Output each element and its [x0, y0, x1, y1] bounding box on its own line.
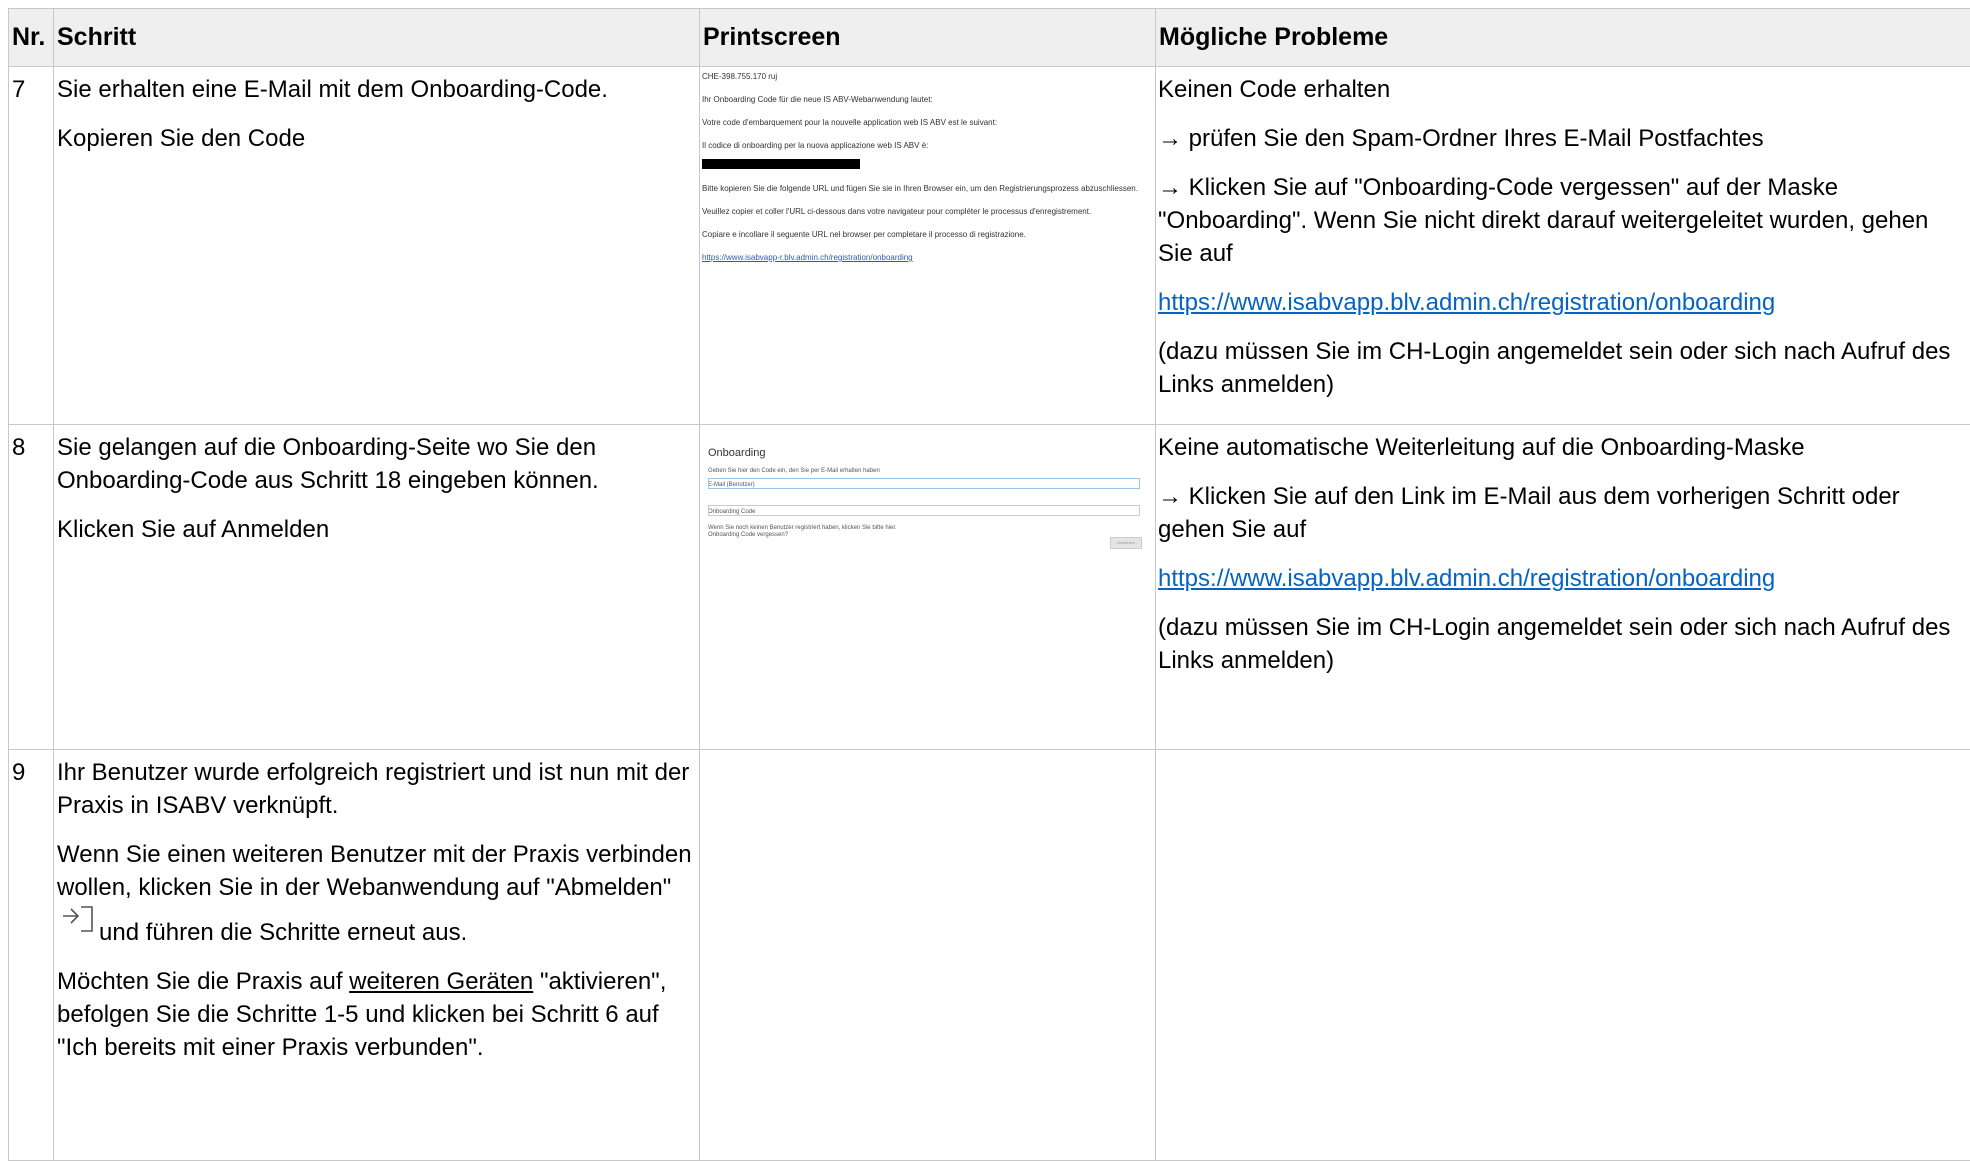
step-paragraph: Klicken Sie auf Anmelden — [57, 513, 693, 546]
hint-line: Onboarding Code vergessen? — [708, 532, 897, 539]
step-text-part: und führen die Schritte erneut aus. — [99, 919, 467, 946]
code-field[interactable] — [708, 505, 1140, 516]
table-row: 9 Ihr Benutzer wurde erfolgreich registr… — [9, 750, 1970, 1161]
problem-paragraph: Keine automatische Weiterleitung auf die… — [1158, 431, 1966, 464]
onboarding-link[interactable]: https://www.isabvapp.blv.admin.ch/regist… — [1158, 289, 1775, 316]
table-row: 8 Sie gelangen auf die Onboarding-Seite … — [9, 425, 1970, 750]
table-header-row: Nr. Schritt Printscreen Mögliche Problem… — [9, 9, 1970, 67]
email-line: Votre code d'embarquement pour la nouvel… — [702, 117, 1155, 128]
step-text: Sie gelangen auf die Onboarding-Seite wo… — [54, 425, 700, 750]
row-number: 7 — [9, 67, 54, 425]
problems-text — [1156, 750, 1970, 1161]
step-paragraph: Wenn Sie einen weiteren Benutzer mit der… — [57, 838, 693, 949]
problems-text: Keine automatische Weiterleitung auf die… — [1156, 425, 1970, 750]
document-page: Nr. Schritt Printscreen Mögliche Problem… — [8, 8, 1970, 1161]
redacted-code-bar — [702, 159, 860, 169]
printscreen-cell — [700, 750, 1156, 1161]
printscreen-cell: Onboarding Geben Sie hier den Code ein, … — [700, 425, 1156, 750]
email-link[interactable]: https://www.isabvapp-r.blv.admin.ch/regi… — [702, 253, 913, 262]
problem-paragraph: Keinen Code erhalten — [1158, 73, 1966, 106]
step-text-part: Wenn Sie einen weiteren Benutzer mit der… — [57, 841, 692, 901]
onboarding-screenshot: Onboarding Geben Sie hier den Code ein, … — [702, 429, 1139, 554]
header-schritt: Schritt — [54, 9, 700, 67]
email-line: Veuillez copier et coller l'URL ci-desso… — [702, 206, 1155, 217]
onboarding-link[interactable]: https://www.isabvapp.blv.admin.ch/regist… — [1158, 565, 1775, 592]
problem-paragraph: (dazu müssen Sie im CH-Login angemeldet … — [1158, 611, 1966, 677]
step-paragraph: Ihr Benutzer wurde erfolgreich registrie… — [57, 756, 693, 822]
problem-paragraph: → prüfen Sie den Spam-Ordner Ihres E-Mai… — [1158, 122, 1966, 155]
email-field[interactable] — [708, 478, 1140, 489]
email-line: CHE-398.755.170 ruj — [702, 71, 1155, 82]
email-line: Bitte kopieren Sie die folgende URL und … — [702, 183, 1155, 194]
step-text-part: Möchten Sie die Praxis auf — [57, 968, 342, 995]
email-line: Il codice di onboarding per la nuova app… — [702, 140, 1155, 151]
logout-icon — [61, 904, 95, 943]
email-line: Ihr Onboarding Code für die neue IS ABV-… — [702, 94, 1155, 105]
step-text: Sie erhalten eine E-Mail mit dem Onboard… — [54, 67, 700, 425]
hint-text: Wenn Sie noch keinen Benutzer registrier… — [708, 525, 897, 539]
step-text: Ihr Benutzer wurde erfolgreich registrie… — [54, 750, 700, 1161]
step-paragraph: Möchten Sie die Praxis auf weiteren Gerä… — [57, 965, 693, 1064]
step-paragraph: Kopieren Sie den Code — [57, 122, 693, 155]
problem-paragraph: → Klicken Sie auf "Onboarding-Code verge… — [1158, 171, 1966, 270]
step-paragraph: Sie gelangen auf die Onboarding-Seite wo… — [57, 431, 693, 497]
instruction-table: Nr. Schritt Printscreen Mögliche Problem… — [8, 8, 1970, 1161]
table-row: 7 Sie erhalten eine E-Mail mit dem Onboa… — [9, 67, 1970, 425]
email-screenshot: CHE-398.755.170 ruj Ihr Onboarding Code … — [702, 71, 1155, 263]
anmelden-button[interactable]: Anmelden — [1110, 537, 1142, 549]
problem-paragraph: → Klicken Sie auf den Link im E-Mail aus… — [1158, 480, 1966, 546]
header-probleme: Mögliche Probleme — [1156, 9, 1970, 67]
email-line: Copiare e incollare il seguente URL nel … — [702, 229, 1155, 240]
hint-line: Wenn Sie noch keinen Benutzer registrier… — [708, 525, 897, 532]
problems-text: Keinen Code erhalten → prüfen Sie den Sp… — [1156, 67, 1970, 425]
weitere-geraete-text: weiteren Geräten — [349, 968, 533, 995]
row-number: 8 — [9, 425, 54, 750]
step-paragraph: Sie erhalten eine E-Mail mit dem Onboard… — [57, 73, 693, 106]
problem-paragraph: (dazu müssen Sie im CH-Login angemeldet … — [1158, 335, 1966, 401]
header-nr: Nr. — [9, 9, 54, 67]
printscreen-cell: CHE-398.755.170 ruj Ihr Onboarding Code … — [700, 67, 1156, 425]
header-printscreen: Printscreen — [700, 9, 1156, 67]
row-number: 9 — [9, 750, 54, 1161]
